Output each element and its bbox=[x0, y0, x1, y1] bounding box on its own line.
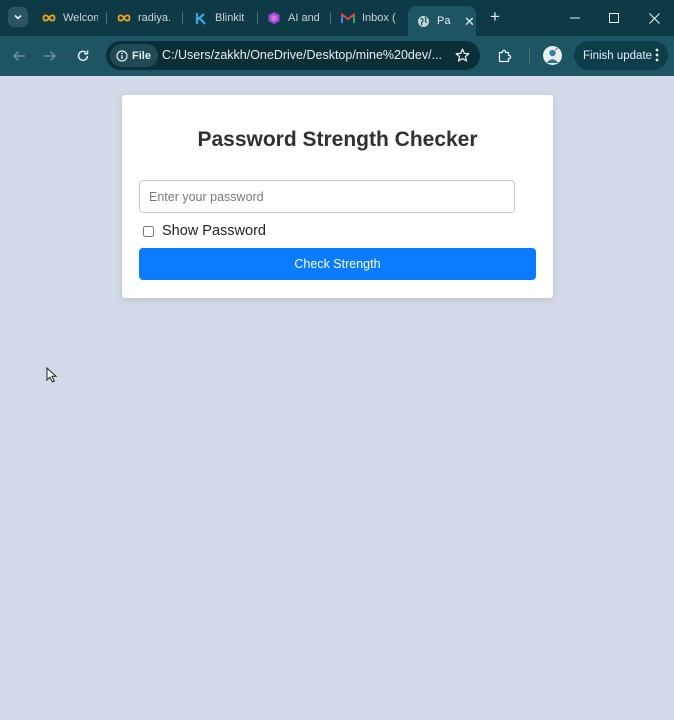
reload-button[interactable] bbox=[73, 46, 93, 66]
tab-blinkit[interactable]: Blinkit bbox=[194, 0, 250, 36]
extensions-button[interactable] bbox=[495, 46, 515, 66]
star-icon bbox=[455, 48, 469, 62]
show-password-label: Show Password bbox=[162, 223, 266, 239]
password-checker-card: Password Strength Checker Show Password … bbox=[122, 95, 553, 298]
tab-inbox[interactable]: Inbox ( bbox=[341, 0, 397, 36]
tab-label: Blinkit bbox=[215, 12, 245, 24]
tab-password-checker[interactable]: Pa ✕ bbox=[408, 6, 476, 36]
tab-radiya[interactable]: radiya. bbox=[117, 0, 173, 36]
info-icon bbox=[116, 49, 128, 62]
url-text[interactable]: C:/Users/zakkh/OneDrive/Desktop/mine%20d… bbox=[162, 48, 452, 62]
page-title: Password Strength Checker bbox=[197, 128, 478, 151]
more-vert-icon bbox=[655, 48, 659, 62]
plus-icon: + bbox=[490, 7, 500, 26]
tab-separator bbox=[106, 12, 107, 24]
tab-label: radiya. bbox=[138, 12, 172, 24]
bookmark-button[interactable] bbox=[453, 46, 471, 64]
globe-icon bbox=[416, 14, 430, 28]
tab-label: Inbox ( bbox=[362, 12, 396, 24]
mouse-cursor-icon bbox=[46, 367, 58, 383]
tab-label: Pa bbox=[437, 15, 451, 27]
toolbar-separator bbox=[529, 48, 530, 64]
infinity-icon bbox=[42, 11, 56, 25]
hexagon-icon bbox=[267, 11, 281, 25]
check-strength-button[interactable]: Check Strength bbox=[139, 248, 536, 280]
minimize-button[interactable] bbox=[565, 8, 585, 28]
tab-label: Welcom bbox=[63, 12, 98, 24]
back-button[interactable] bbox=[9, 46, 29, 66]
infinity-icon bbox=[117, 11, 131, 25]
new-tab-button[interactable]: + bbox=[486, 8, 504, 26]
avatar-icon bbox=[546, 47, 559, 63]
tab-separator bbox=[182, 12, 183, 24]
password-input[interactable] bbox=[139, 180, 515, 213]
tab-ai[interactable]: AI and bbox=[267, 0, 323, 36]
tab-separator bbox=[257, 12, 258, 24]
show-password-row[interactable]: Show Password bbox=[143, 223, 266, 239]
file-label: File bbox=[132, 49, 151, 62]
tab-strip: Welcom radiya. Blinkit AI and Inbox ( Pa… bbox=[0, 0, 674, 36]
tab-search-button[interactable] bbox=[8, 7, 28, 27]
minimize-icon bbox=[570, 17, 580, 19]
maximize-button[interactable] bbox=[604, 8, 624, 28]
profile-avatar[interactable] bbox=[543, 46, 562, 65]
blinkit-icon bbox=[194, 11, 208, 25]
chevron-down-icon bbox=[14, 14, 22, 20]
finish-update-label: Finish update bbox=[583, 49, 653, 62]
reload-icon bbox=[77, 50, 89, 62]
close-tab-icon[interactable]: ✕ bbox=[464, 15, 475, 28]
site-info-chip[interactable]: File bbox=[110, 44, 158, 67]
arrow-right-icon bbox=[44, 50, 57, 62]
show-password-checkbox[interactable] bbox=[143, 225, 154, 237]
finish-update-button[interactable]: Finish update bbox=[574, 41, 668, 70]
puzzle-icon bbox=[498, 49, 512, 63]
arrow-left-icon bbox=[12, 50, 25, 62]
tab-label: AI and bbox=[288, 12, 320, 24]
gmail-icon bbox=[341, 11, 355, 25]
close-icon bbox=[648, 12, 660, 24]
tab-welcome[interactable]: Welcom bbox=[42, 0, 98, 36]
tab-separator bbox=[330, 12, 331, 24]
forward-button[interactable] bbox=[40, 46, 60, 66]
close-window-button[interactable] bbox=[644, 8, 664, 28]
browser-toolbar: File C:/Users/zakkh/OneDrive/Desktop/min… bbox=[0, 36, 674, 76]
address-bar[interactable]: File C:/Users/zakkh/OneDrive/Desktop/min… bbox=[106, 41, 480, 70]
maximize-icon bbox=[609, 13, 619, 23]
